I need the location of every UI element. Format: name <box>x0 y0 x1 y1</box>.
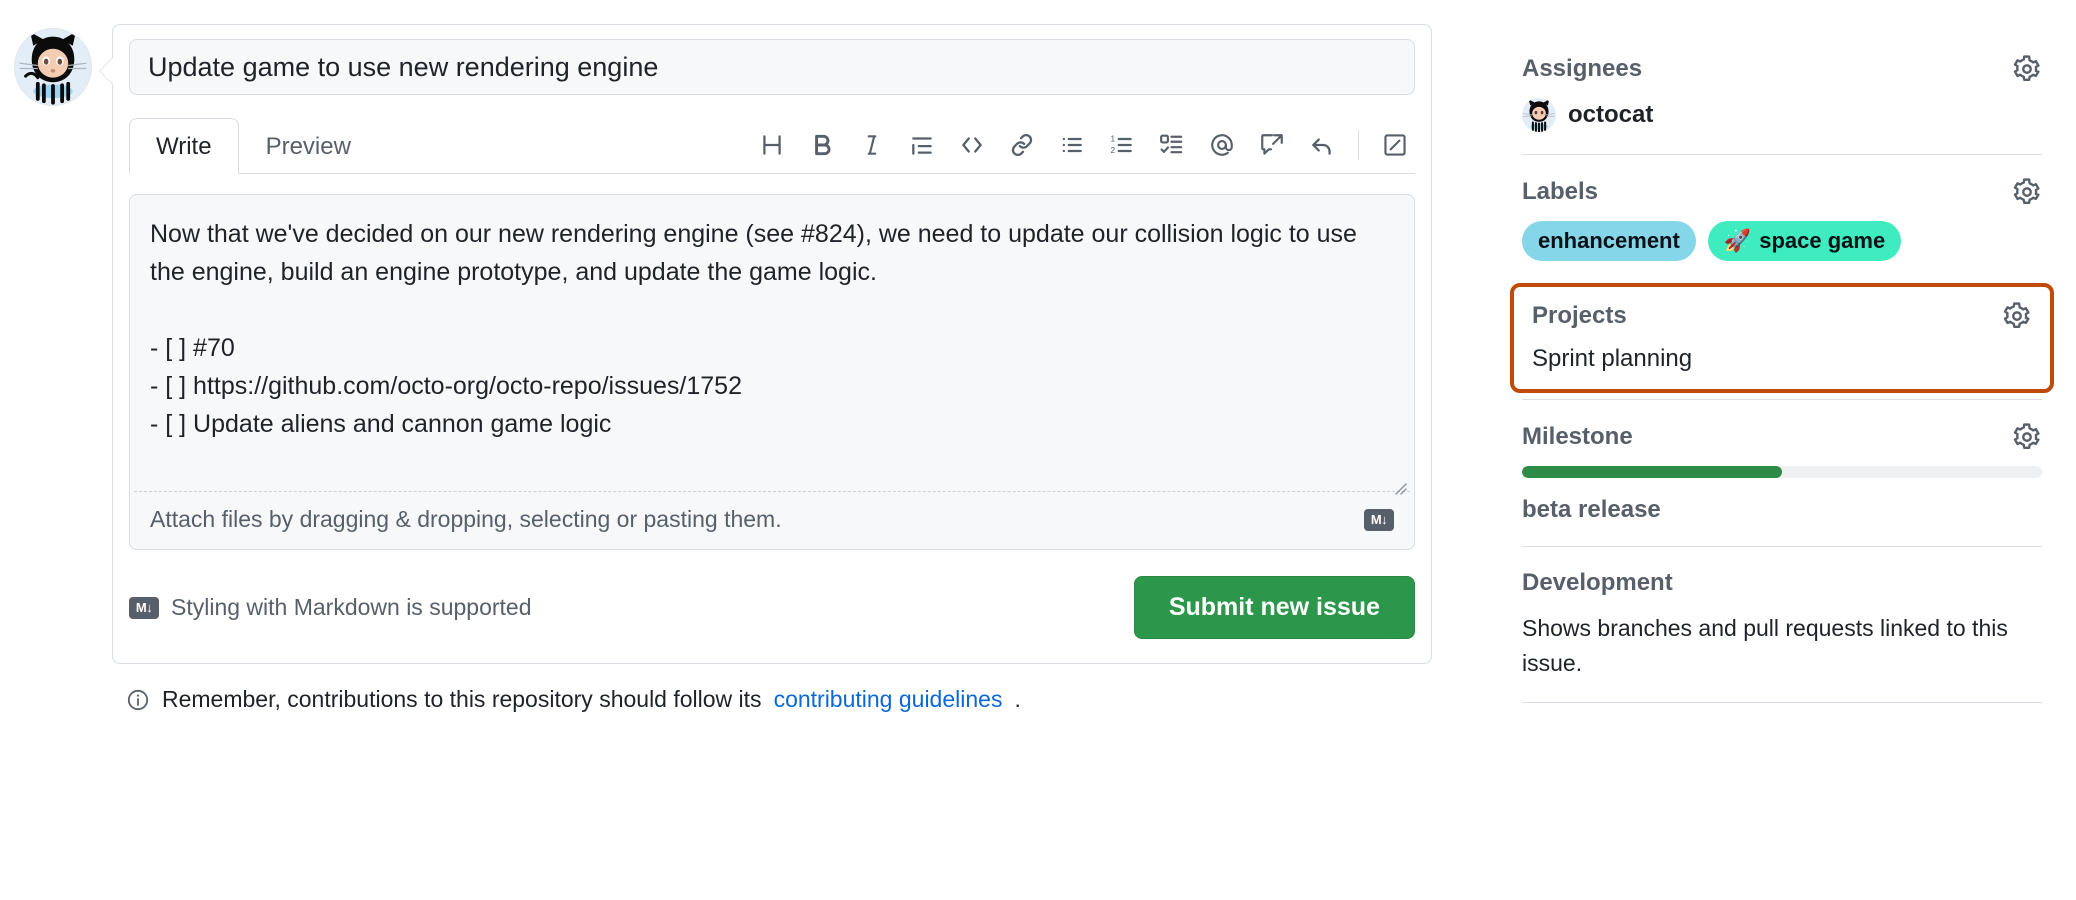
sidebar-section-development: Development Shows branches and pull requ… <box>1522 569 2042 702</box>
labels-title: Labels <box>1522 178 1599 205</box>
task-list-icon[interactable] <box>1152 125 1192 165</box>
contributing-guidelines-link[interactable]: contributing guidelines <box>774 686 1003 713</box>
milestone-title: Milestone <box>1522 423 1633 450</box>
bubble-arrow-inner <box>100 58 113 84</box>
sidebar-divider-4 <box>1522 702 2042 703</box>
issue-title-input[interactable] <box>129 39 1415 95</box>
editor-tabs: Write Preview 1 2 <box>129 117 1415 174</box>
label-chip-enhancement[interactable]: enhancement <box>1522 221 1696 261</box>
gear-icon[interactable] <box>2012 177 2042 207</box>
gear-icon[interactable] <box>2002 301 2032 331</box>
sidebar-divider-1 <box>1522 154 2042 155</box>
projects-title: Projects <box>1532 302 1627 329</box>
assignees-header: Assignees <box>1522 54 2042 84</box>
development-header: Development <box>1522 569 2042 597</box>
tab-write[interactable]: Write <box>129 118 239 174</box>
sidebar-divider-3 <box>1522 546 2042 547</box>
composer-column: Write Preview <box>0 24 1500 900</box>
label-chip-space-game[interactable]: 🚀 space game <box>1707 221 1902 261</box>
label-text: enhancement <box>1538 228 1680 253</box>
mention-icon[interactable] <box>1202 125 1242 165</box>
project-item[interactable]: Sprint planning <box>1532 345 2032 373</box>
labels-list: enhancement 🚀 space game <box>1522 221 2042 261</box>
gear-icon[interactable] <box>2012 54 2042 84</box>
sidebar-divider-2 <box>1522 399 2042 400</box>
development-title: Development <box>1522 569 1673 596</box>
labels-header: Labels <box>1522 177 2042 207</box>
submit-new-issue-button[interactable]: Submit new issue <box>1133 576 1415 639</box>
bold-icon[interactable] <box>802 125 842 165</box>
attach-files-label: Attach files by dragging & dropping, sel… <box>150 506 782 532</box>
unordered-list-icon[interactable] <box>1052 125 1092 165</box>
code-icon[interactable] <box>952 125 992 165</box>
rocket-icon: 🚀 <box>1723 228 1752 253</box>
svg-text:1: 1 <box>1111 134 1116 143</box>
guideline-prefix-text: Remember, contributions to this reposito… <box>162 686 762 712</box>
assignee-name: octocat <box>1568 101 1654 128</box>
sidebar-section-projects[interactable]: Projects Sprint planning <box>1510 283 2054 393</box>
milestone-progress-fill <box>1522 466 1782 478</box>
svg-text:2: 2 <box>1111 146 1116 155</box>
reference-icon[interactable] <box>1252 125 1292 165</box>
markdown-badge-icon: M↓ <box>1364 508 1394 531</box>
gear-icon[interactable] <box>2012 422 2042 452</box>
issue-body-textarea[interactable]: Now that we've decided on our new render… <box>130 195 1414 495</box>
markdown-badge-icon-footer: M↓ <box>129 596 159 619</box>
issue-composer: Write Preview <box>112 24 1432 664</box>
reply-icon[interactable] <box>1302 125 1342 165</box>
milestone-progress-bar <box>1522 466 2042 478</box>
link-icon[interactable] <box>1002 125 1042 165</box>
ordered-list-icon[interactable]: 1 2 <box>1102 125 1142 165</box>
markdown-support-note: M↓ Styling with Markdown is supported <box>129 594 532 621</box>
resize-grip-icon[interactable] <box>1390 469 1408 495</box>
markdown-toolbar: 1 2 <box>752 125 1415 173</box>
tab-preview[interactable]: Preview <box>239 118 378 174</box>
issue-composer-page: Write Preview <box>0 0 2076 900</box>
italic-icon[interactable] <box>852 125 892 165</box>
milestone-header: Milestone <box>1522 422 2042 452</box>
composer-wrapper: Write Preview <box>99 24 1500 713</box>
info-icon <box>126 688 150 712</box>
sidebar-section-milestone: Milestone beta release <box>1522 422 2042 546</box>
projects-header: Projects <box>1532 301 2032 331</box>
label-text: space game <box>1759 228 1886 253</box>
sidebar-section-labels: Labels enhancement 🚀 space game <box>1522 177 2042 283</box>
markdown-editor-icon[interactable] <box>1375 125 1415 165</box>
composer-footer: M↓ Styling with Markdown is supported Su… <box>129 576 1415 645</box>
development-description: Shows branches and pull requests linked … <box>1522 615 2008 676</box>
toolbar-divider <box>1358 130 1359 160</box>
attach-files-row[interactable]: Attach files by dragging & dropping, sel… <box>130 492 1414 549</box>
assignee-avatar <box>1522 98 1556 132</box>
heading-icon[interactable] <box>752 125 792 165</box>
guideline-suffix-text: . <box>1014 686 1021 712</box>
sidebar-section-assignees: Assignees octocat <box>1522 54 2042 154</box>
quote-icon[interactable] <box>902 125 942 165</box>
avatar <box>14 28 92 106</box>
markdown-support-label: Styling with Markdown is supported <box>171 594 532 620</box>
milestone-name[interactable]: beta release <box>1522 496 2042 524</box>
issue-sidebar: Assignees octocat Labels enhancement 🚀 s… <box>1500 24 2076 900</box>
contributing-guidelines-note: Remember, contributions to this reposito… <box>112 686 1500 713</box>
issue-body-box: Now that we've decided on our new render… <box>129 194 1415 550</box>
assignees-title: Assignees <box>1522 55 1643 82</box>
assignee-item[interactable]: octocat <box>1522 98 2042 132</box>
